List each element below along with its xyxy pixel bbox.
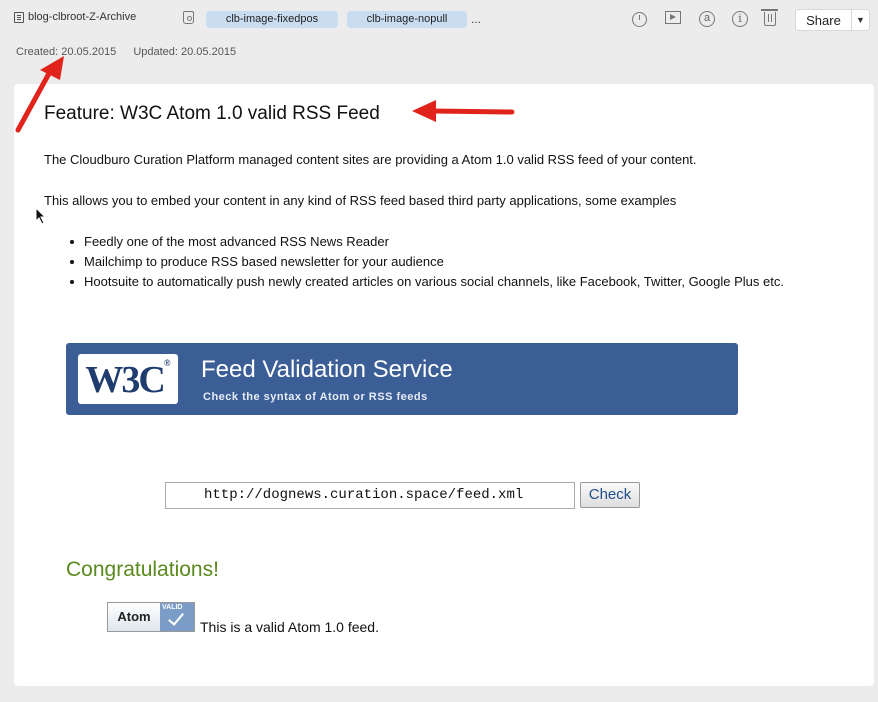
present-icon[interactable] (665, 11, 681, 24)
note-meta: Created: 20.05.2015 Updated: 20.05.2015 (16, 46, 236, 58)
list-item: Hootsuite to automatically push newly cr… (70, 272, 854, 292)
notebook-selector[interactable]: blog-clbroot-Z-Archive (14, 11, 136, 23)
chevron-down-icon[interactable]: ▼ (852, 15, 869, 25)
bullet-list: Feedly one of the most advanced RSS News… (70, 232, 854, 292)
tag-chip[interactable]: clb-image-nopull (347, 11, 467, 28)
note-title[interactable]: Feature: W3C Atom 1.0 valid RSS Feed (44, 103, 380, 125)
banner-title: Feed Validation Service (201, 356, 453, 383)
share-label: Share (806, 12, 841, 28)
paragraph: This allows you to embed your content in… (44, 193, 677, 208)
check-button[interactable]: Check (580, 482, 640, 508)
updated-date: Updated: 20.05.2015 (133, 46, 237, 58)
banner-subtitle: Check the syntax of Atom or RSS feeds (203, 391, 428, 403)
notebook-name: blog-clbroot-Z-Archive (28, 11, 137, 23)
created-date: Created: 20.05.2015 (16, 46, 117, 58)
result-heading: Congratulations! (66, 558, 219, 581)
w3c-logo: W3C® (78, 354, 178, 404)
notebook-icon (14, 11, 24, 23)
trash-icon[interactable] (761, 9, 778, 26)
atom-valid-badge: Atom VALID (107, 602, 195, 632)
tag-chip[interactable]: clb-image-fixedpos (206, 11, 338, 28)
tag-icon[interactable] (183, 11, 194, 24)
note-toolbar: blog-clbroot-Z-Archive clb-image-fixedpo… (0, 0, 878, 38)
feed-url-input[interactable]: http://dognews.curation.space/feed.xml (165, 482, 575, 509)
reminder-icon[interactable] (632, 12, 647, 27)
checkmark-icon (168, 609, 184, 626)
info-icon[interactable]: i (732, 11, 748, 27)
share-button[interactable]: Share ▼ (795, 9, 870, 31)
list-item: Mailchimp to produce RSS based newslette… (70, 252, 854, 272)
paragraph: The Cloudburo Curation Platform managed … (44, 152, 697, 167)
atom-badge-label: Atom (108, 603, 160, 631)
list-item: Feedly one of the most advanced RSS News… (70, 232, 854, 252)
w3c-logo-text: W3C (85, 359, 165, 401)
mouse-cursor-icon (35, 207, 47, 225)
more-tags[interactable]: ... (471, 11, 481, 28)
result-message: This is a valid Atom 1.0 feed. (200, 619, 379, 635)
w3c-validation-banner: W3C® Feed Validation Service Check the s… (66, 343, 738, 415)
note-body[interactable]: Feature: W3C Atom 1.0 valid RSS Feed The… (14, 84, 874, 686)
at-icon[interactable]: a (699, 11, 715, 27)
valid-check-icon: VALID (160, 603, 194, 631)
